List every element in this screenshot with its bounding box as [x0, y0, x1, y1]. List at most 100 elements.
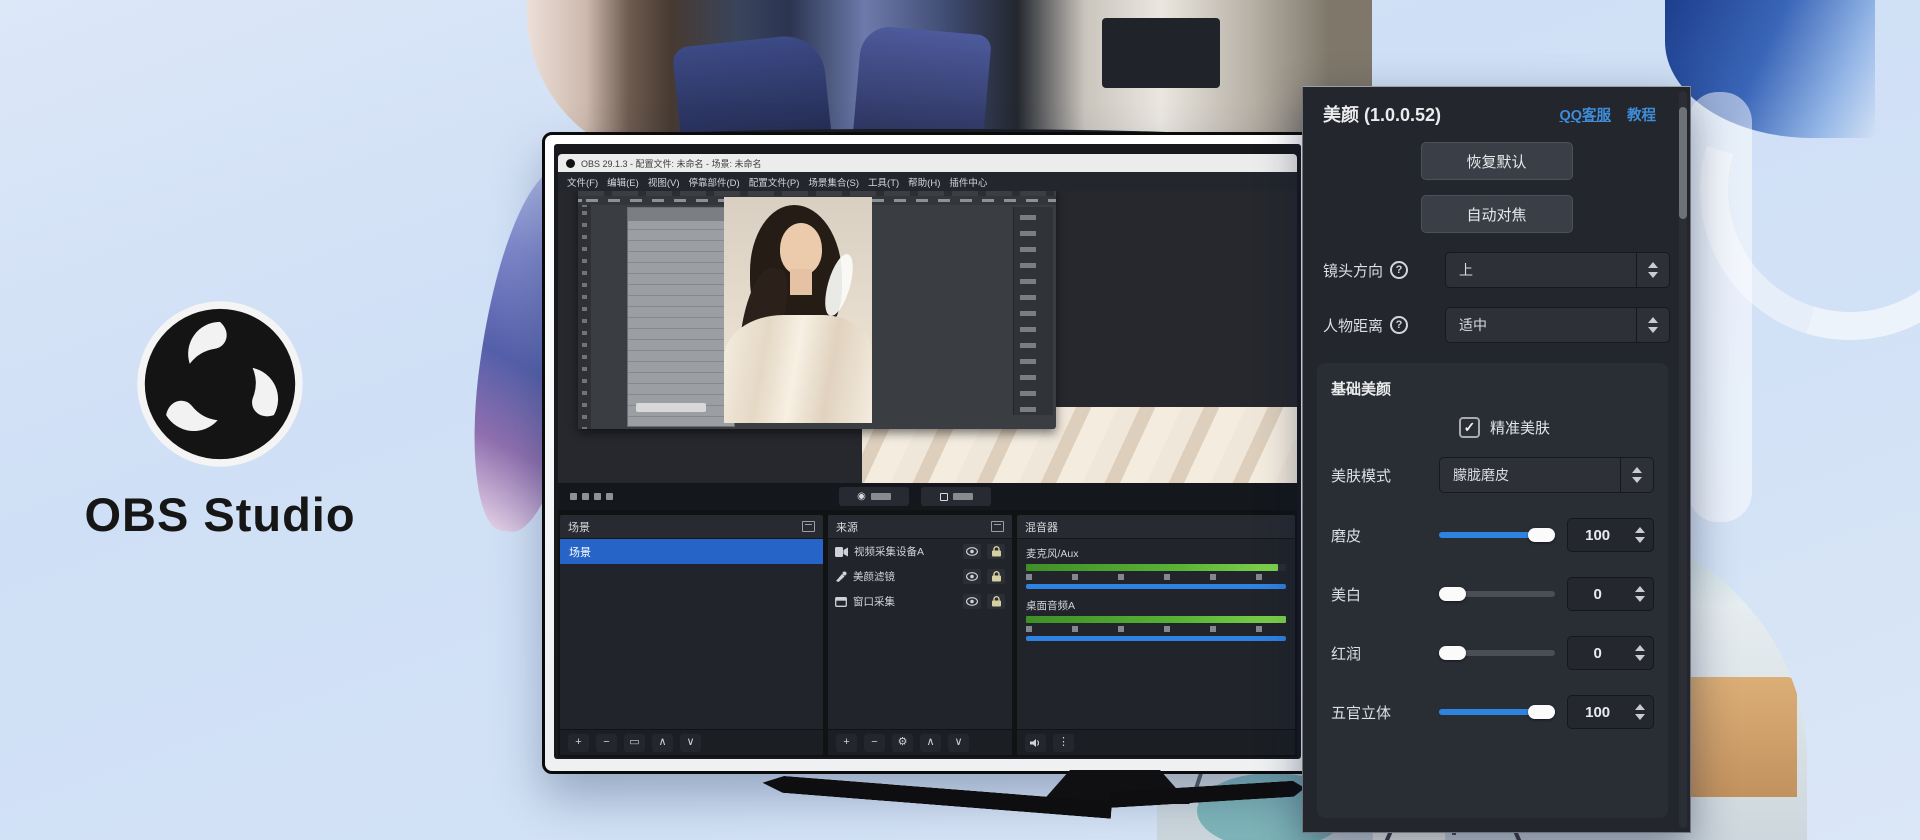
camera-icon	[835, 547, 848, 557]
source-item-beauty-filter[interactable]: 美颜滤镜	[828, 564, 1012, 589]
facial-3d-slider-row: 五官立体 100	[1331, 695, 1654, 729]
more-options-icon[interactable]: ⋮	[1053, 734, 1074, 752]
help-icon[interactable]: ?	[1390, 261, 1408, 279]
move-scene-up-button[interactable]: ∧	[652, 734, 673, 752]
add-source-button[interactable]: +	[836, 734, 857, 752]
obs-window-title: OBS 29.1.3 - 配置文件: 未命名 - 场景: 未命名	[581, 157, 762, 170]
mixer-dock: 混音器 麦克风/Aux 桌面音频A	[1017, 515, 1295, 755]
menu-file[interactable]: 文件(F)	[567, 175, 598, 189]
sources-dock-title: 来源	[836, 519, 991, 535]
mixer-toolbar: ⋮	[1017, 729, 1295, 755]
panel-scrollbar[interactable]	[1679, 91, 1687, 828]
obs-branding: OBS Studio	[60, 300, 380, 542]
slider-handle[interactable]	[1439, 646, 1466, 660]
lens-direction-select[interactable]: 上	[1445, 252, 1670, 288]
person-distance-label: 人物距离 ?	[1323, 315, 1445, 336]
volume-slider[interactable]	[1026, 636, 1286, 641]
select-spinner[interactable]	[1620, 458, 1653, 492]
source-item-video-capture[interactable]: 视频采集设备A	[828, 539, 1012, 564]
scene-list-item-selected[interactable]: 场景	[560, 539, 823, 564]
audio-meter	[1026, 616, 1286, 623]
lock-toggle[interactable]	[987, 544, 1005, 559]
value-spinner[interactable]	[1627, 519, 1653, 551]
whitening-slider[interactable]	[1439, 587, 1555, 601]
visibility-toggle[interactable]	[963, 569, 981, 584]
source-item-window-capture[interactable]: 窗口采集	[828, 589, 1012, 614]
window-tab-button[interactable]	[921, 487, 991, 506]
move-source-down-button[interactable]: ∨	[948, 734, 969, 752]
smoothing-slider-row: 磨皮 100	[1331, 518, 1654, 552]
menu-edit[interactable]: 编辑(E)	[607, 175, 639, 189]
beauty-panel-title: 美颜 (1.0.0.52)	[1323, 101, 1559, 127]
scrollbar-thumb[interactable]	[1679, 107, 1687, 219]
select-spinner[interactable]	[1636, 308, 1669, 342]
skin-mode-select[interactable]: 朦胧磨皮	[1439, 457, 1654, 493]
desktop-background: OBS Studio OBS 29.1.3 - 配置文件: 未命名 - 场景: …	[0, 0, 1920, 840]
menu-tools[interactable]: 工具(T)	[868, 175, 899, 189]
facial-3d-slider[interactable]	[1439, 705, 1555, 719]
lock-icon	[992, 571, 1001, 582]
monitor: OBS 29.1.3 - 配置文件: 未命名 - 场景: 未命名 文件(F) 编…	[542, 132, 1313, 774]
mixer-channel-label: 桌面音频A	[1026, 598, 1286, 613]
obs-titlebar[interactable]: OBS 29.1.3 - 配置文件: 未命名 - 场景: 未命名	[558, 154, 1297, 172]
menu-docks[interactable]: 停靠部件(D)	[688, 175, 739, 189]
value-spinner[interactable]	[1627, 696, 1653, 728]
rosy-slider[interactable]	[1439, 646, 1555, 660]
precise-skin-label: 精准美肤	[1490, 417, 1550, 438]
help-icon[interactable]: ?	[1390, 316, 1408, 334]
dock-options-icon[interactable]	[991, 521, 1004, 532]
menu-plugin-center[interactable]: 插件中心	[949, 175, 987, 189]
autofocus-button[interactable]: 自动对焦	[1421, 195, 1573, 233]
select-spinner[interactable]	[1636, 253, 1669, 287]
person-distance-select[interactable]: 适中	[1445, 307, 1670, 343]
obs-window: OBS 29.1.3 - 配置文件: 未命名 - 场景: 未命名 文件(F) 编…	[558, 154, 1297, 757]
move-scene-down-button[interactable]: ∨	[680, 734, 701, 752]
tutorial-link[interactable]: 教程	[1627, 104, 1656, 125]
slider-handle[interactable]	[1528, 705, 1555, 719]
value-spinner[interactable]	[1627, 637, 1653, 669]
restore-defaults-button[interactable]: 恢复默认	[1421, 142, 1573, 180]
sources-toolbar: + − ⚙ ∧ ∨	[828, 729, 1012, 755]
remove-source-button[interactable]: −	[864, 734, 885, 752]
slider-handle[interactable]	[1528, 528, 1555, 542]
slider-handle[interactable]	[1439, 587, 1466, 601]
whitening-value-box[interactable]: 0	[1567, 577, 1654, 611]
remove-scene-button[interactable]: −	[596, 734, 617, 752]
photo-editor-window	[578, 191, 1056, 429]
lock-toggle[interactable]	[987, 594, 1005, 609]
pin-tab-button[interactable]: ◉	[839, 487, 909, 506]
eye-icon	[966, 572, 978, 581]
meter-ticks	[1026, 574, 1286, 580]
qq-support-link[interactable]: QQ客服	[1559, 104, 1611, 125]
editor-panel-dialog	[627, 207, 735, 427]
visibility-toggle[interactable]	[963, 594, 981, 609]
beauty-filter-panel: 美颜 (1.0.0.52) QQ客服 教程 恢复默认 自动对焦 镜头方向 ? 上…	[1302, 86, 1691, 833]
precise-skin-checkbox[interactable]: ✓	[1459, 417, 1480, 438]
smoothing-value-box[interactable]: 100	[1567, 518, 1654, 552]
add-scene-button[interactable]: +	[568, 734, 589, 752]
duplicate-scene-button[interactable]: ▭	[624, 734, 645, 752]
portrait-face	[780, 223, 822, 275]
lock-icon	[992, 596, 1001, 607]
menu-view[interactable]: 视图(V)	[648, 175, 680, 189]
facial-3d-value-box[interactable]: 100	[1567, 695, 1654, 729]
menu-scene-collection[interactable]: 场景集合(S)	[808, 175, 859, 189]
menu-profile[interactable]: 配置文件(P)	[749, 175, 800, 189]
rosy-value-box[interactable]: 0	[1567, 636, 1654, 670]
scenes-toolbar: + − ▭ ∧ ∨	[560, 729, 823, 755]
source-properties-button[interactable]: ⚙	[892, 734, 913, 752]
mixer-dock-title: 混音器	[1025, 519, 1287, 535]
meter-ticks	[1026, 626, 1286, 632]
volume-slider[interactable]	[1026, 584, 1286, 589]
speaker-icon[interactable]	[1025, 734, 1046, 752]
smoothing-slider[interactable]	[1439, 528, 1555, 542]
lock-toggle[interactable]	[987, 569, 1005, 584]
basic-beauty-section: 基础美颜 ✓ 精准美肤 美肤模式 朦胧磨皮 磨皮 100	[1317, 363, 1668, 818]
eye-icon	[966, 547, 978, 556]
move-source-up-button[interactable]: ∧	[920, 734, 941, 752]
dock-options-icon[interactable]	[802, 521, 815, 532]
menu-help[interactable]: 帮助(H)	[908, 175, 940, 189]
value-spinner[interactable]	[1627, 578, 1653, 610]
editor-right-panels	[1013, 207, 1053, 415]
visibility-toggle[interactable]	[963, 544, 981, 559]
